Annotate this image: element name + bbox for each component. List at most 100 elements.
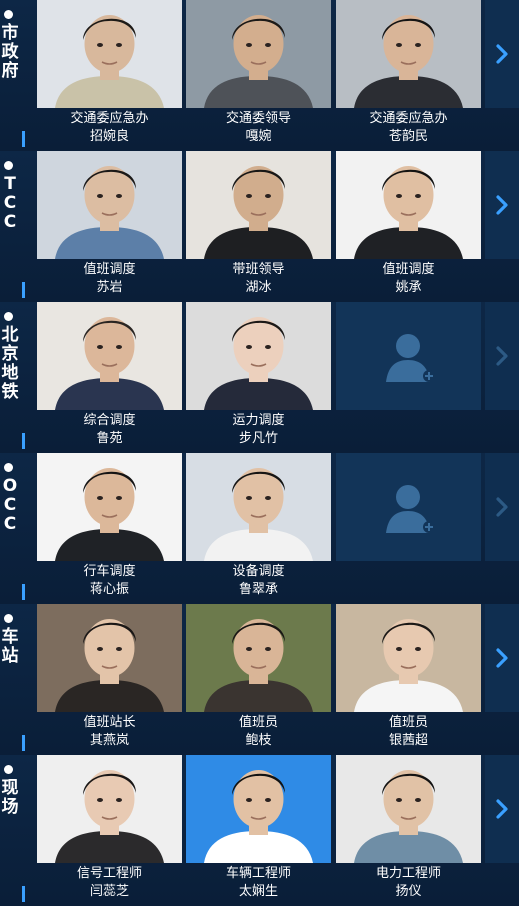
dot-icon — [4, 161, 13, 170]
member-card[interactable]: 行车调度 蒋心振 — [37, 453, 182, 604]
member-caption: 带班领导 湖冰 — [186, 261, 331, 297]
member-card[interactable]: 运力调度 步凡竹 — [186, 302, 331, 453]
member-role: 综合调度 — [83, 413, 136, 428]
member-caption: 值班调度 苏岩 — [37, 261, 182, 297]
member-name: 太娴生 — [238, 884, 278, 899]
member-photo[interactable] — [336, 151, 481, 259]
member-card[interactable]: 电力工程师 扬仪 — [336, 755, 481, 906]
group-section: OCC 行车调度 蒋心振 设备调度 鲁翠承 — [0, 453, 519, 604]
group-label: 现场 — [0, 755, 25, 902]
chevron-right-icon[interactable] — [485, 151, 519, 259]
group-label: TCC — [0, 151, 25, 298]
member-role: 设备调度 — [232, 564, 285, 579]
group-label: 北京地铁 — [0, 302, 25, 449]
member-caption: 行车调度 蒋心振 — [37, 563, 182, 599]
member-card[interactable]: 信号工程师 闫蕊芝 — [37, 755, 182, 906]
add-user-icon[interactable] — [336, 453, 481, 561]
member-photo[interactable] — [37, 755, 182, 863]
member-role: 带班领导 — [232, 262, 285, 277]
chevron-right-icon[interactable] — [485, 453, 519, 561]
member-photo[interactable] — [37, 604, 182, 712]
member-photo[interactable] — [186, 151, 331, 259]
member-photo[interactable] — [186, 453, 331, 561]
portrait-image — [37, 302, 182, 410]
portrait-image — [336, 151, 481, 259]
member-caption: 值班调度 姚承 — [336, 261, 481, 297]
member-card[interactable]: 值班站长 其燕岚 — [37, 604, 182, 755]
group-name: 北京地铁 — [1, 325, 19, 402]
portrait-image — [186, 302, 331, 410]
member-caption: 电力工程师 扬仪 — [336, 865, 481, 901]
chevron-right-icon[interactable] — [485, 0, 519, 108]
chevron-right-icon[interactable] — [485, 604, 519, 712]
member-name: 招婉良 — [89, 129, 129, 144]
member-photo[interactable] — [186, 302, 331, 410]
member-role: 交通委应急办 — [70, 111, 149, 126]
member-card[interactable]: 值班员 鲍枝 — [186, 604, 331, 755]
group-name: OCC — [2, 476, 18, 534]
member-photo[interactable] — [186, 0, 331, 108]
member-role: 电力工程师 — [375, 866, 441, 881]
member-role: 值班调度 — [83, 262, 136, 277]
member-role: 行车调度 — [83, 564, 136, 579]
member-photo[interactable] — [186, 604, 331, 712]
member-photo[interactable] — [37, 302, 182, 410]
group-section: 北京地铁 综合调度 鲁苑 运力调度 步凡竹 — [0, 302, 519, 453]
member-photo[interactable] — [336, 604, 481, 712]
dot-icon — [4, 614, 13, 623]
member-name: 姚承 — [395, 280, 422, 295]
member-name: 其燕岚 — [89, 733, 129, 748]
portrait-image — [37, 0, 182, 108]
group-section: 车站 值班站长 其燕岚 值班员 鲍枝 值班员 银茜超 — [0, 604, 519, 755]
group-name: TCC — [3, 174, 17, 232]
portrait-image — [37, 755, 182, 863]
member-photo[interactable] — [37, 151, 182, 259]
member-name: 湖冰 — [245, 280, 272, 295]
group-name: 市政府 — [1, 23, 19, 81]
member-caption: 车辆工程师 太娴生 — [186, 865, 331, 901]
member-caption: 交通委应急办 苍韵民 — [336, 110, 481, 146]
portrait-image — [186, 755, 331, 863]
member-photo[interactable] — [336, 755, 481, 863]
member-card[interactable]: 交通委应急办 招婉良 — [37, 0, 182, 151]
member-card[interactable]: 综合调度 鲁苑 — [37, 302, 182, 453]
member-photo[interactable] — [336, 0, 481, 108]
add-user-icon[interactable] — [336, 302, 481, 410]
member-role: 交通委领导 — [225, 111, 291, 126]
member-role: 值班调度 — [382, 262, 435, 277]
chevron-right-icon[interactable] — [485, 755, 519, 863]
member-card[interactable]: 值班员 银茜超 — [336, 604, 481, 755]
group-section: 市政府 交通委应急办 招婉良 交通委领导 嘎婉 交通委应急办 苍韵民 — [0, 0, 519, 151]
group-accent-bar — [22, 735, 25, 751]
add-member-slot[interactable] — [336, 453, 481, 604]
member-card[interactable]: 值班调度 苏岩 — [37, 151, 182, 302]
member-card[interactable]: 设备调度 鲁翠承 — [186, 453, 331, 604]
group-name: 车站 — [1, 627, 19, 666]
member-card[interactable]: 车辆工程师 太娴生 — [186, 755, 331, 906]
member-card[interactable]: 交通委应急办 苍韵民 — [336, 0, 481, 151]
group-accent-bar — [22, 131, 25, 147]
portrait-image — [336, 755, 481, 863]
portrait-image — [37, 453, 182, 561]
dot-icon — [4, 463, 13, 472]
member-role: 值班员 — [238, 715, 278, 730]
member-card[interactable]: 交通委领导 嘎婉 — [186, 0, 331, 151]
member-caption: 设备调度 鲁翠承 — [186, 563, 331, 599]
member-photo[interactable] — [186, 755, 331, 863]
chevron-right-icon[interactable] — [485, 302, 519, 410]
member-name: 苍韵民 — [388, 129, 428, 144]
member-card[interactable]: 值班调度 姚承 — [336, 151, 481, 302]
member-name: 银茜超 — [388, 733, 428, 748]
member-card[interactable]: 带班领导 湖冰 — [186, 151, 331, 302]
member-caption: 值班员 银茜超 — [336, 714, 481, 750]
member-photo[interactable] — [37, 0, 182, 108]
member-photo[interactable] — [37, 453, 182, 561]
dot-icon — [4, 312, 13, 321]
member-name: 鲁苑 — [96, 431, 123, 446]
add-member-slot[interactable] — [336, 302, 481, 453]
member-caption: 值班员 鲍枝 — [186, 714, 331, 750]
dot-icon — [4, 10, 13, 19]
member-role: 信号工程师 — [76, 866, 142, 881]
group-label: OCC — [0, 453, 25, 600]
member-caption: 交通委应急办 招婉良 — [37, 110, 182, 146]
